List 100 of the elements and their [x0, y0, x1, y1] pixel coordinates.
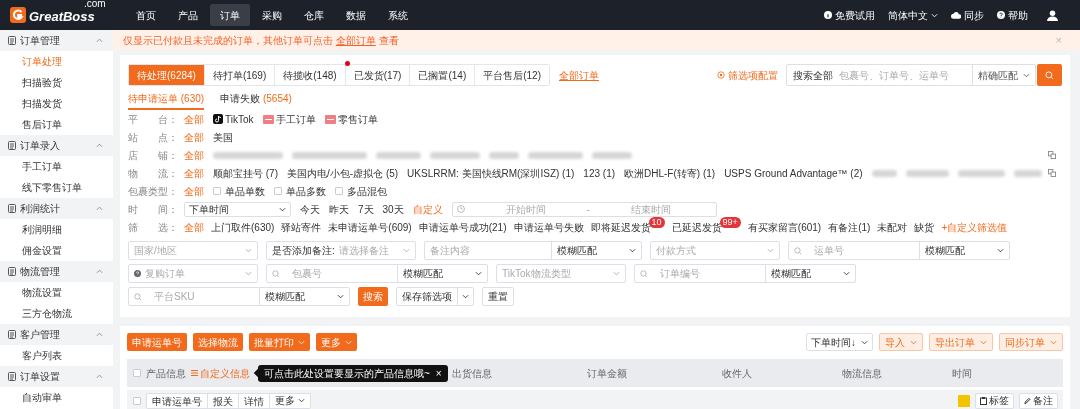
- filter-option[interactable]: 即将延迟发货: [590, 220, 651, 235]
- nav-tab[interactable]: 首页: [126, 4, 166, 26]
- sidebar-item[interactable]: 三方仓物流: [0, 303, 113, 324]
- status-tab[interactable]: 平台售后(12): [474, 65, 549, 85]
- nav-link[interactable]: 免费试用: [824, 7, 875, 23]
- search-field[interactable]: 包裹号 模糊匹配: [266, 264, 488, 283]
- nav-link[interactable]: 同步: [951, 7, 984, 23]
- sidebar-item[interactable]: 售后订单: [0, 114, 113, 135]
- sidebar-item[interactable]: 物流设置: [0, 282, 113, 303]
- dropdown-field[interactable]: 是否添加备注: 请选择备注: [266, 241, 416, 260]
- filter-label: 时 间：: [128, 202, 178, 217]
- sidebar-group-header[interactable]: 订单设置: [0, 366, 113, 387]
- match-select[interactable]: 模糊匹配: [551, 242, 641, 259]
- match-select[interactable]: 模糊匹配: [397, 265, 487, 282]
- logo-domain: .com: [84, 0, 106, 9]
- filter-option[interactable]: USPS Ground Advantage™ (2): [724, 165, 863, 181]
- filter-option[interactable]: 欧洲DHL-F(转寄) (1): [624, 165, 716, 181]
- save-filter-button[interactable]: 保存筛选项: [396, 287, 474, 306]
- date-range-option[interactable]: 7天: [358, 201, 374, 217]
- search-field[interactable]: 订单编号 模糊匹配: [634, 264, 856, 283]
- date-range-option[interactable]: 昨天: [329, 201, 349, 217]
- nav-tab[interactable]: 订单: [210, 4, 250, 26]
- filter-option[interactable]: 缺货: [914, 220, 935, 235]
- filter-option[interactable]: TikTok: [213, 111, 254, 127]
- checkbox[interactable]: 单品多数: [274, 183, 326, 199]
- sidebar-item[interactable]: 扫描验货: [0, 72, 113, 93]
- sidebar-item[interactable]: 自动审单: [0, 387, 113, 408]
- sidebar-item[interactable]: 佣金设置: [0, 240, 113, 261]
- row-action-button[interactable]: 申请运单号: [147, 393, 208, 408]
- document-icon: [8, 372, 16, 381]
- copy-icon[interactable]: [1048, 151, 1056, 159]
- nav-tab[interactable]: 仓库: [294, 4, 334, 26]
- filter-option[interactable]: 123 (1): [583, 165, 616, 181]
- sidebar-group-header[interactable]: 物流管理: [0, 261, 113, 282]
- sidebar-item[interactable]: 手工订单: [0, 156, 113, 177]
- filter-option[interactable]: 顺邮宝挂号 (7): [213, 165, 278, 181]
- search-placeholder: 包裹号、订单号、运单号: [838, 68, 950, 83]
- search-button[interactable]: [1037, 64, 1062, 86]
- color-swatch[interactable]: [958, 394, 970, 407]
- copy-icon[interactable]: [1048, 169, 1056, 177]
- input-field[interactable]: 备注内容 模糊匹配: [424, 241, 642, 260]
- nav-tab[interactable]: 采购: [252, 4, 292, 26]
- checkbox[interactable]: 多品混包: [335, 183, 387, 199]
- date-range-option[interactable]: 30天: [382, 201, 404, 217]
- filter-option[interactable]: UKSLRRM: 美国快线RM(深圳ISZ) (1): [407, 165, 575, 181]
- nav-tab[interactable]: 数据: [336, 4, 376, 26]
- checkbox[interactable]: [133, 369, 141, 377]
- sub-tab[interactable]: 申请失败 (5654): [220, 91, 292, 110]
- match-select[interactable]: 模糊匹配: [765, 265, 855, 282]
- nav-link[interactable]: 简体中文: [888, 7, 938, 23]
- checkbox[interactable]: 单品单数: [213, 183, 265, 199]
- date-range-option[interactable]: 今天: [300, 201, 320, 217]
- placeholder-text: 备注内容: [430, 244, 471, 258]
- row-action-button[interactable]: 标签: [975, 392, 1014, 409]
- close-button[interactable]: ×: [435, 365, 442, 381]
- nav-tab[interactable]: 系统: [378, 4, 418, 26]
- nav-tab[interactable]: 产品: [168, 4, 208, 26]
- sidebar-item[interactable]: 利润明细: [0, 219, 113, 240]
- sort-select[interactable]: 下单时间↓: [806, 333, 873, 351]
- filter-option[interactable]: 申请运单号成功(21): [418, 220, 507, 235]
- row-action-button[interactable]: 备注: [1019, 392, 1058, 409]
- filter-option[interactable]: 手工订单: [262, 111, 316, 127]
- filter-option[interactable]: 美国内电/小包-虚拟仓 (5): [287, 165, 399, 181]
- column-header: 订单金额: [587, 366, 627, 381]
- filter-option[interactable]: 有买家留言(601): [747, 220, 822, 235]
- filter-option[interactable]: 已延迟发货: [671, 220, 722, 235]
- search-icon: [272, 269, 280, 278]
- filter-option[interactable]: 未申请运单号(609): [328, 220, 412, 235]
- time-type-select[interactable]: 下单时间: [184, 201, 291, 217]
- match-select[interactable]: 精确匹配: [972, 65, 1035, 85]
- reset-button[interactable]: 重置: [482, 287, 514, 306]
- sidebar-group-header[interactable]: 客户管理: [0, 324, 113, 345]
- search-field[interactable]: 运单号 模糊匹配: [788, 241, 1010, 260]
- filter-option[interactable]: 美国: [213, 129, 233, 145]
- sidebar-item[interactable]: 扫描发货: [0, 93, 113, 114]
- chevron-down-icon: [298, 338, 305, 346]
- more-button[interactable]: 更多: [270, 393, 310, 408]
- filter-option[interactable]: 驿站寄件: [281, 220, 322, 235]
- filter-option[interactable]: 零售订单: [324, 111, 378, 127]
- help-icon: [997, 11, 1005, 19]
- filter-option[interactable]: 未配对: [877, 220, 908, 235]
- checkbox[interactable]: [133, 396, 141, 405]
- sidebar-group-header[interactable]: 订单录入: [0, 135, 113, 156]
- filter-option[interactable]: 有备注(1): [828, 220, 871, 235]
- match-select[interactable]: 模糊匹配: [919, 242, 1009, 259]
- search-field[interactable]: 搜索全部 包裹号、订单号、运单号 精确匹配: [786, 64, 1036, 86]
- sidebar-group-header[interactable]: 利润统计: [0, 198, 113, 219]
- sidebar-item[interactable]: 客户列表: [0, 345, 113, 366]
- row-action-button[interactable]: 报关: [208, 393, 239, 408]
- filter-option[interactable]: 申请运单号失败: [513, 220, 584, 235]
- nav-link[interactable]: 帮助: [997, 7, 1028, 23]
- field-label: 是否添加备注:: [272, 244, 335, 258]
- match-select[interactable]: 模糊匹配: [259, 288, 349, 305]
- chevron-down-icon: [613, 270, 620, 277]
- sidebar-item[interactable]: 线下零售订单: [0, 177, 113, 198]
- user-icon[interactable]: [1047, 9, 1058, 21]
- filter-option[interactable]: 上门取件(630): [211, 220, 275, 235]
- search-field[interactable]: 平台SKU 模糊匹配: [128, 287, 350, 306]
- sidebar-group-header[interactable]: 订单管理: [0, 30, 113, 51]
- row-action-button[interactable]: 详情: [239, 393, 270, 408]
